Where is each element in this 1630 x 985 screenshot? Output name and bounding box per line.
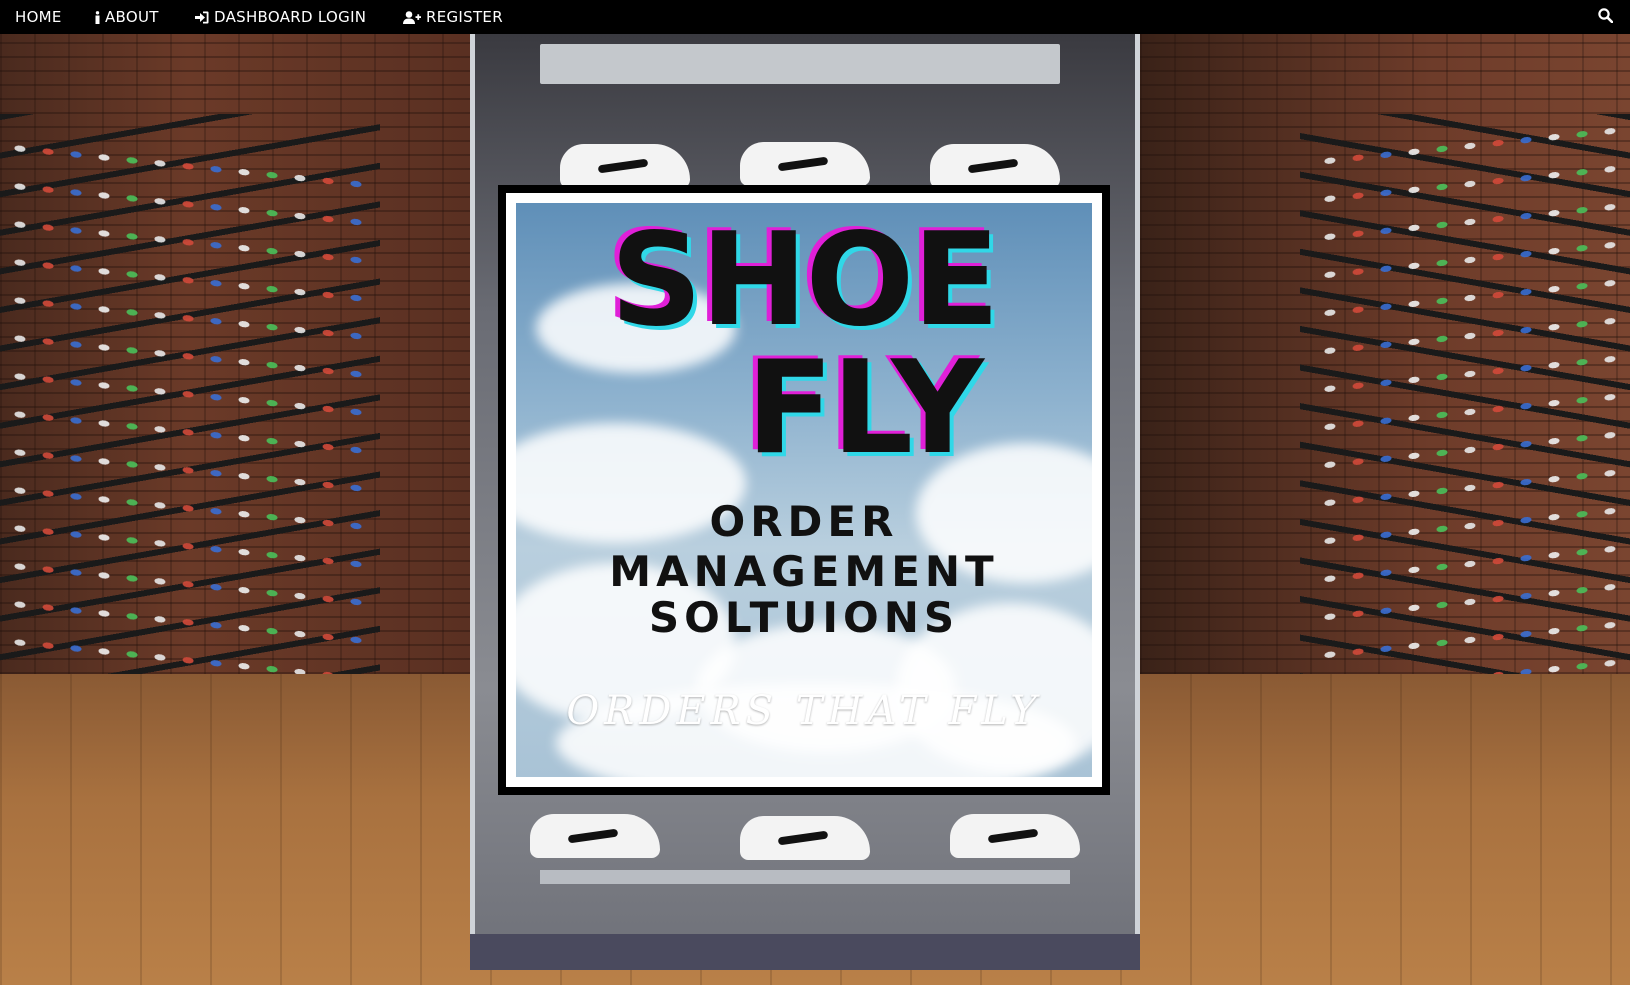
sneaker-image bbox=[930, 144, 1060, 188]
sneaker-image bbox=[740, 142, 870, 186]
search-button[interactable] bbox=[1598, 0, 1614, 34]
nav-register-link[interactable]: REGISTER bbox=[403, 0, 503, 34]
search-icon bbox=[1598, 7, 1614, 27]
display-shelf-top bbox=[540, 44, 1060, 84]
shoes-on-shelves bbox=[0, 134, 370, 734]
shoes-on-shelves bbox=[1310, 117, 1630, 731]
logo-subtitle-line2: MANAGEMENT bbox=[609, 547, 999, 596]
info-icon bbox=[95, 10, 100, 24]
top-navigation-bar: HOME ABOUT DASHBOARD LOGIN REGISTER bbox=[0, 0, 1630, 34]
nav-register-label: REGISTER bbox=[426, 8, 503, 26]
nav-about-label: ABOUT bbox=[105, 8, 159, 26]
logo-tagline: ORDERS THAT FLY bbox=[566, 688, 1042, 734]
nav-home-link[interactable]: HOME bbox=[15, 0, 62, 34]
sneaker-image bbox=[950, 814, 1080, 858]
sneaker-image bbox=[560, 144, 690, 188]
nav-home-label: HOME bbox=[15, 8, 62, 26]
logo-title-fly: FLY bbox=[746, 334, 984, 483]
display-case-base bbox=[470, 934, 1140, 970]
sneaker-image bbox=[740, 816, 870, 860]
nav-dashboard-login-label: DASHBOARD LOGIN bbox=[214, 8, 367, 26]
logo-subtitle-line3: SOLTUIONS bbox=[648, 593, 960, 642]
user-plus-icon bbox=[403, 10, 421, 24]
sneaker-image bbox=[530, 814, 660, 858]
sign-in-icon bbox=[195, 11, 209, 24]
shoe-fly-logo-poster: SHOE FLY ORDER MANAGEMENT SOLTUIONS ORDE… bbox=[516, 203, 1092, 777]
logo-subtitle-line1: ORDER bbox=[709, 497, 899, 546]
nav-dashboard-login-link[interactable]: DASHBOARD LOGIN bbox=[195, 0, 366, 34]
display-shelf-bottom bbox=[540, 870, 1070, 884]
nav-about-link[interactable]: ABOUT bbox=[95, 0, 159, 34]
logo-title-shoe: SHOE bbox=[610, 206, 1000, 355]
